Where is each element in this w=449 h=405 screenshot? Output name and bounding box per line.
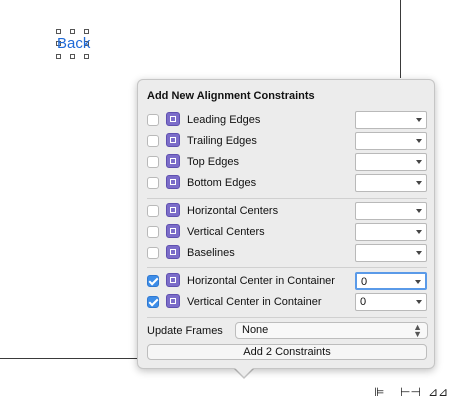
add-constraints-button[interactable]: Add 2 Constraints [147,344,427,360]
resolve-issues-icon[interactable]: ⊿⊿ [428,385,448,399]
resize-handle[interactable] [56,29,61,34]
resize-handle[interactable] [56,54,61,59]
constraint-row-bottom-edges[interactable]: Bottom Edges [147,173,429,193]
top-edges-value-combo[interactable] [355,153,427,171]
resize-handle[interactable] [70,29,75,34]
constraint-label: Vertical Center in Container [187,296,322,308]
update-frames-select[interactable]: None ▲ ▼ [235,322,428,339]
align-icon[interactable]: ⊫ [374,385,390,399]
bottom-edges-value-combo[interactable] [355,174,427,192]
chevron-down-icon[interactable] [416,230,422,234]
horizontal-center-in-container-checkbox[interactable] [147,275,159,287]
constraint-label: Baselines [187,247,235,259]
divider [147,317,427,318]
trailing-edges-checkbox[interactable] [147,135,159,147]
constraint-label: Vertical Centers [187,226,265,238]
resize-handle[interactable] [70,54,75,59]
constraint-row-vertical-center-in-container[interactable]: Vertical Center in Container 0 [147,292,429,312]
horizontal-centers-value-combo[interactable] [355,202,427,220]
baselines-icon [166,245,180,259]
constraint-label: Bottom Edges [187,177,257,189]
bottom-edges-icon [166,175,180,189]
vertical-center-in-container-icon [166,294,180,308]
constraint-row-leading-edges[interactable]: Leading Edges [147,110,429,130]
back-button-label[interactable]: Back [57,35,90,52]
vertical-center-in-container-value-combo[interactable]: 0 [355,293,427,311]
vertical-center-in-container-checkbox[interactable] [147,296,159,308]
vertical-centers-checkbox[interactable] [147,226,159,238]
vertical-centers-icon [166,224,180,238]
baselines-checkbox[interactable] [147,247,159,259]
baselines-value-combo[interactable] [355,244,427,262]
updown-arrows-icon: ▲ ▼ [413,322,422,339]
leading-edges-icon [166,112,180,126]
alignment-constraints-popover: Add New Alignment Constraints Leading Ed… [137,79,435,369]
update-frames-label: Update Frames [147,325,223,337]
chevron-down-icon[interactable] [416,139,422,143]
pin-icon[interactable]: ⊢⊣ [400,385,421,399]
constraint-row-trailing-edges[interactable]: Trailing Edges [147,131,429,151]
trailing-edges-icon [166,133,180,147]
chevron-down-icon[interactable] [416,209,422,213]
constraint-row-top-edges[interactable]: Top Edges [147,152,429,172]
constraint-label: Top Edges [187,156,239,168]
popover-arrow [235,368,253,377]
constraint-label: Trailing Edges [187,135,257,147]
back-button-view[interactable]: Back [56,29,90,59]
horizontal-centers-checkbox[interactable] [147,205,159,217]
canvas-edge-right [400,0,401,78]
constraint-row-horizontal-centers[interactable]: Horizontal Centers [147,201,429,221]
chevron-down-icon[interactable] [416,251,422,255]
trailing-edges-value-combo[interactable] [355,132,427,150]
top-edges-checkbox[interactable] [147,156,159,168]
leading-edges-value-combo[interactable] [355,111,427,129]
divider [147,198,427,199]
constraint-label: Leading Edges [187,114,261,126]
divider [147,267,427,268]
constraint-row-horizontal-center-in-container[interactable]: Horizontal Center in Container 0 [147,271,429,291]
constraint-label: Horizontal Centers [187,205,279,217]
chevron-down-icon[interactable] [415,280,421,284]
chevron-down-icon[interactable] [416,160,422,164]
chevron-down-icon[interactable] [416,118,422,122]
canvas-edge-bottom [0,358,137,359]
popover-title: Add New Alignment Constraints [147,90,315,102]
leading-edges-checkbox[interactable] [147,114,159,126]
resize-handle[interactable] [84,29,89,34]
horizontal-center-in-container-value-combo[interactable]: 0 [355,272,427,290]
chevron-down-icon[interactable] [416,181,422,185]
constraint-row-vertical-centers[interactable]: Vertical Centers [147,222,429,242]
resize-handle[interactable] [84,54,89,59]
constraint-row-baselines[interactable]: Baselines [147,243,429,263]
bottom-edges-checkbox[interactable] [147,177,159,189]
vertical-centers-value-combo[interactable] [355,223,427,241]
constraint-label: Horizontal Center in Container [187,275,335,287]
horizontal-centers-icon [166,203,180,217]
horizontal-center-in-container-icon [166,273,180,287]
top-edges-icon [166,154,180,168]
chevron-down-icon[interactable] [416,300,422,304]
